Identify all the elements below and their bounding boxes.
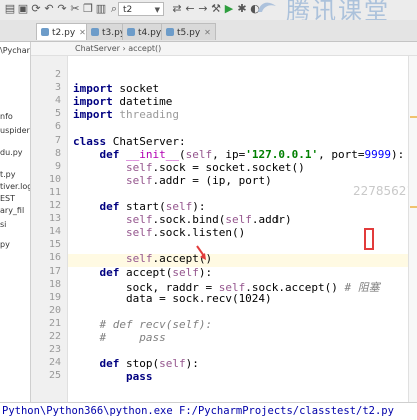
line-number: 18: [48, 278, 61, 290]
code-line[interactable]: class ChatServer:: [73, 135, 186, 148]
navigate-forward-icon[interactable]: →: [197, 3, 209, 15]
python-file-icon: [166, 28, 174, 36]
code-editor[interactable]: ChatServer › accept() 2 3 4 5 6 7 8 9 10 11 12 13 14…: [31, 42, 417, 402]
run-icon[interactable]: ▶: [223, 3, 235, 15]
code-line[interactable]: def accept(self):: [73, 266, 213, 279]
save-icon[interactable]: ▣: [17, 3, 29, 15]
project-file-item[interactable]: si: [0, 220, 6, 229]
code-line[interactable]: pass: [73, 370, 153, 383]
copy-icon[interactable]: ❐: [82, 3, 94, 15]
code-line[interactable]: self.accept(): [73, 252, 212, 265]
replace-icon[interactable]: ⇄: [171, 3, 183, 15]
build-icon[interactable]: ⚒: [210, 3, 222, 15]
code-line[interactable]: self.addr = (ip, port): [73, 174, 272, 187]
breadcrumb[interactable]: ChatServer › accept(): [31, 42, 417, 56]
error-stripe-gutter[interactable]: [408, 56, 417, 402]
python-file-icon: [91, 28, 99, 36]
code-line[interactable]: import socket: [73, 82, 159, 95]
line-number: 19: [48, 291, 61, 303]
line-number: 17: [48, 265, 61, 277]
line-number: 22: [48, 331, 61, 342]
warning-marker[interactable]: [410, 116, 417, 118]
back-icon[interactable]: ↶: [43, 3, 55, 15]
cut-icon[interactable]: ✂: [69, 3, 81, 15]
tab-t5-py[interactable]: t5.py ✕: [161, 23, 216, 40]
project-file-item[interactable]: t.py: [0, 170, 16, 179]
code-line[interactable]: self.sock.listen(): [73, 226, 245, 239]
line-number: 21: [48, 317, 61, 329]
line-number: 2: [54, 69, 61, 80]
warning-marker[interactable]: [410, 206, 417, 208]
editor-tab-bar: t2.py✕t3.py✕t4.py✕t5.py✕: [0, 20, 417, 42]
line-number: 12: [48, 200, 61, 211]
project-root-item[interactable]: \Pycharm: [0, 46, 30, 55]
text-cursor-icon: I: [276, 213, 280, 226]
code-line[interactable]: # def recv(self):: [73, 318, 212, 331]
code-line[interactable]: def start(self):: [73, 200, 206, 213]
project-file-item[interactable]: tiver.log: [0, 182, 30, 191]
tab-label: t2.py: [52, 28, 76, 38]
chevron-down-icon: ▼: [154, 6, 160, 14]
tab-label: t4.py: [138, 28, 162, 38]
watermark-logo-icon: [258, 2, 276, 12]
sync-icon[interactable]: ⟳: [30, 3, 42, 15]
project-file-item[interactable]: ary_fil: [0, 206, 24, 215]
line-number: 15: [48, 239, 61, 251]
line-number: 14: [48, 226, 61, 238]
run-configuration-dropdown[interactable]: t2 ▼: [118, 2, 164, 16]
code-line[interactable]: import threading: [73, 108, 179, 121]
python-file-icon: [41, 28, 49, 36]
line-number: 23: [48, 344, 61, 356]
line-number: 4: [54, 95, 61, 107]
code-line[interactable]: def __init__(self, ip='127.0.0.1', port=…: [73, 148, 405, 161]
code-line[interactable]: self.sock.bind(self.addr): [73, 213, 292, 226]
project-panel-tab[interactable]: [0, 22, 32, 40]
line-number: 8: [54, 147, 61, 159]
line-number: 6: [54, 121, 61, 133]
line-number: 20: [48, 304, 61, 316]
close-icon[interactable]: ✕: [79, 28, 86, 37]
project-file-item[interactable]: EST: [0, 194, 15, 203]
line-number: 11: [48, 186, 61, 198]
tab-t2-py[interactable]: t2.py ✕: [36, 23, 91, 40]
folder-icon[interactable]: ▤: [4, 3, 16, 15]
code-line[interactable]: import datetime: [73, 95, 172, 108]
line-number-gutter: 2 3 4 5 6 7 8 9 10 11 12 13 14 15 16 17 18 19 20 21 22 23 24 25: [31, 56, 68, 402]
annotation-arrow-icon: [196, 245, 206, 260]
code-line[interactable]: def stop(self):: [73, 357, 199, 370]
line-number: 10: [48, 173, 61, 185]
close-icon[interactable]: ✕: [204, 28, 211, 37]
paste-icon[interactable]: ▥: [95, 3, 107, 15]
project-file-item[interactable]: nfo: [0, 112, 13, 121]
project-file-item[interactable]: py: [0, 240, 10, 249]
line-number: 5: [54, 108, 61, 120]
main-toolbar: ▤ ▣ ⟳ ↶ ↷ ✂ ❐ ▥ ⌕ ⇄ ← → ⚒ ▶ ✱ ◐ t2 ▼ 腾讯课堂: [0, 0, 417, 25]
line-number: 13: [48, 213, 61, 225]
line-number: 24: [48, 357, 61, 369]
run-command-line: Python\Python366\python.exe F:/PycharmPr…: [0, 402, 417, 420]
line-number: 9: [54, 160, 61, 172]
project-file-item[interactable]: du.py: [0, 148, 23, 157]
code-line[interactable]: self.sock = socket.socket(): [73, 161, 305, 174]
line-number: 25: [48, 370, 61, 382]
project-file-item[interactable]: uspider: [0, 126, 30, 135]
debug-icon[interactable]: ✱: [236, 3, 248, 15]
python-file-icon: [127, 28, 135, 36]
forward-icon[interactable]: ↷: [56, 3, 68, 15]
code-line[interactable]: # pass: [73, 331, 165, 344]
code-line[interactable]: data = sock.recv(1024): [73, 292, 272, 305]
tab-label: t5.py: [177, 28, 201, 38]
line-number: 3: [54, 82, 61, 94]
navigate-back-icon[interactable]: ←: [184, 3, 196, 15]
run-configuration-label: t2: [123, 5, 133, 15]
annotation-highlight-box: [364, 228, 374, 250]
project-panel: \Pycharm nfo uspider du.py t.py tiver.log EST…: [0, 42, 31, 402]
line-number: 7: [54, 134, 61, 146]
line-number: 16: [48, 252, 61, 264]
